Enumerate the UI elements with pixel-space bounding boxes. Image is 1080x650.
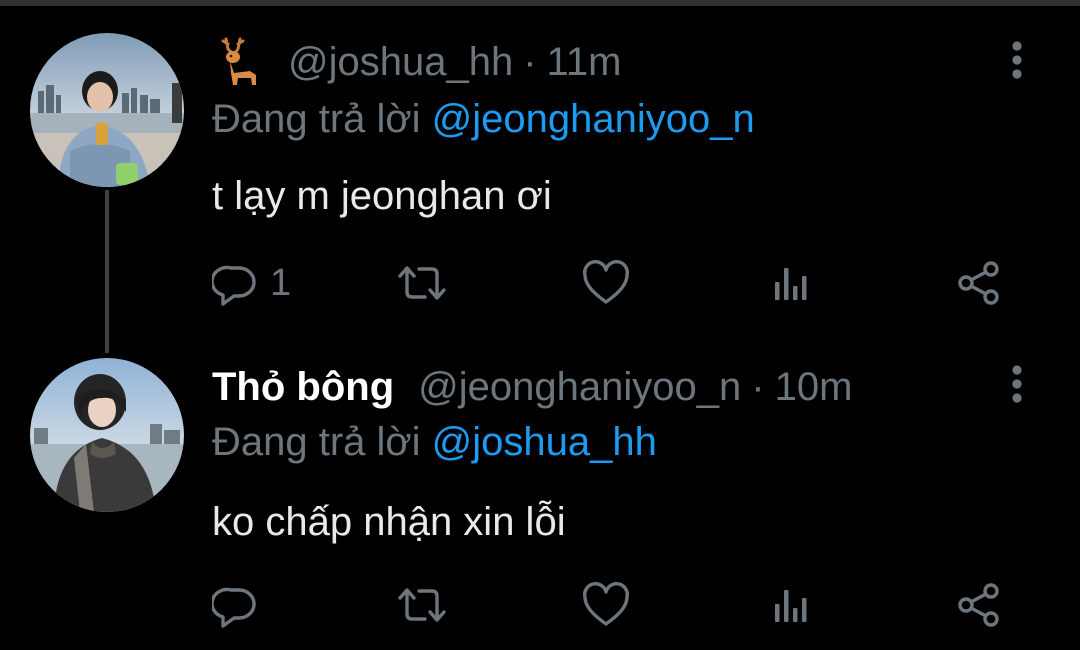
separator-dot: · xyxy=(523,39,537,84)
user-handle[interactable]: @joshua_hh xyxy=(288,40,513,85)
reply-icon xyxy=(212,265,256,306)
tweet-text: ko chấp nhận xin lỗi xyxy=(212,500,566,544)
like-button[interactable] xyxy=(582,258,630,308)
timestamp[interactable]: 10m xyxy=(775,365,853,410)
share-icon xyxy=(958,583,999,627)
tweet-text: t lạy m jeonghan ơi xyxy=(212,174,552,218)
tweet-header: @joshua_hh · 11m xyxy=(212,32,621,92)
tweet-header: Thỏ bông @jeonghaniyoo_n · 10m xyxy=(212,357,852,417)
retweet-button[interactable] xyxy=(394,258,450,308)
vertical-ellipsis-icon xyxy=(1012,41,1022,79)
replying-to-label: Đang trả lời xyxy=(212,97,421,141)
replying-to-label: Đang trả lời xyxy=(212,420,421,464)
avatar[interactable] xyxy=(30,33,184,187)
reply-count: 1 xyxy=(270,261,292,304)
tweet-thread: @joshua_hh · 11m Đang trả lời @jeonghani… xyxy=(0,0,1080,650)
avatar[interactable] xyxy=(30,358,184,512)
top-divider xyxy=(0,0,1080,6)
more-options-button[interactable] xyxy=(1000,364,1034,408)
heart-icon xyxy=(583,582,629,626)
retweet-button[interactable] xyxy=(394,580,450,630)
separator-dot: · xyxy=(751,364,765,409)
more-options-button[interactable] xyxy=(1000,40,1034,84)
share-icon xyxy=(958,261,999,305)
heart-icon xyxy=(583,260,629,304)
reply-mention-link[interactable]: @jeonghaniyoo_n xyxy=(432,97,755,141)
reply-button[interactable] xyxy=(212,580,270,630)
tweet-actions: 1 xyxy=(212,258,1012,308)
reply-mention-link[interactable]: @joshua_hh xyxy=(432,420,657,464)
replying-to: Đang trả lời @jeonghaniyoo_n xyxy=(212,97,755,142)
share-button[interactable] xyxy=(956,258,1002,308)
display-name[interactable]: Thỏ bông xyxy=(212,365,394,410)
retweet-icon xyxy=(398,588,446,622)
analytics-icon xyxy=(775,268,807,300)
vertical-ellipsis-icon xyxy=(1012,365,1022,403)
reply-button[interactable]: 1 xyxy=(212,258,291,308)
user-handle[interactable]: @jeonghaniyoo_n xyxy=(418,365,741,410)
analytics-icon xyxy=(775,590,807,622)
analytics-button[interactable] xyxy=(772,580,812,630)
reply-icon xyxy=(212,587,256,628)
tweet-actions xyxy=(212,580,1012,630)
analytics-button[interactable] xyxy=(772,258,812,308)
share-button[interactable] xyxy=(956,580,1002,630)
thread-connector-line xyxy=(105,190,109,353)
timestamp[interactable]: 11m xyxy=(547,40,622,85)
like-button[interactable] xyxy=(582,580,630,630)
replying-to: Đang trả lời @joshua_hh xyxy=(212,420,657,465)
deer-emoji-icon xyxy=(216,35,264,89)
retweet-icon xyxy=(398,266,446,300)
